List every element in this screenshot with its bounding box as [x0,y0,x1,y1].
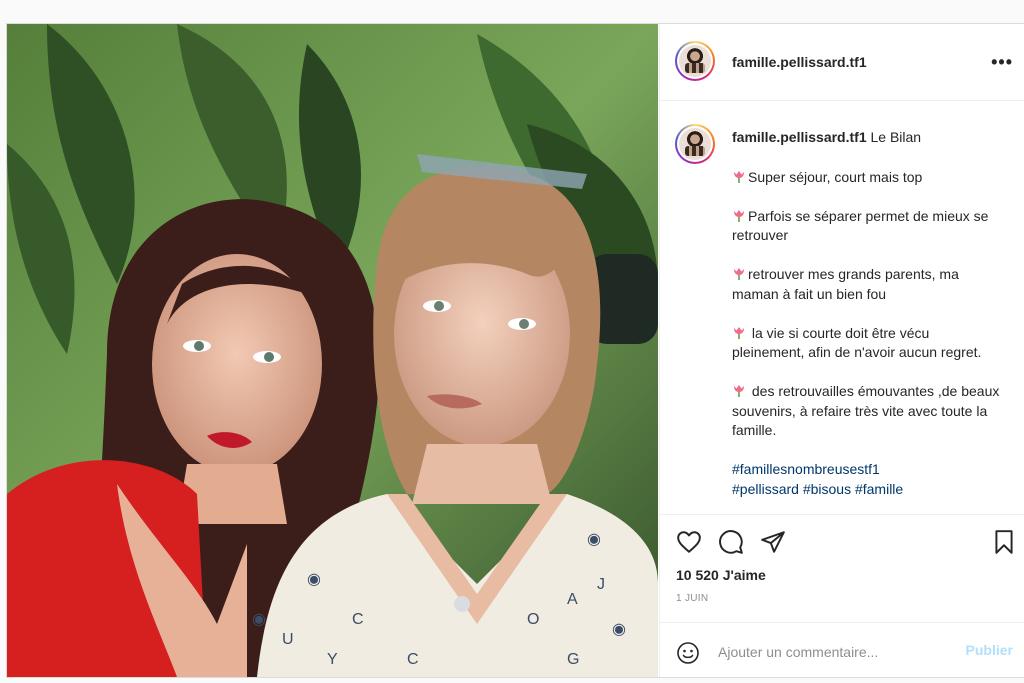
tulip-icon [734,326,744,339]
bookmark-icon[interactable] [991,529,1017,560]
svg-text:◉: ◉ [612,621,626,638]
instagram-post: ◉ C ◉ ◉ G O U Y J ◉ A C famille.pellissard.tf1 •… [6,23,1024,678]
photo-image: ◉ C ◉ ◉ G O U Y J ◉ A C [7,24,658,677]
caption-line: Super séjour, court mais top [732,168,1002,188]
svg-text:C: C [407,651,419,668]
more-options-icon[interactable]: ••• [991,52,1013,73]
likes-count[interactable]: 10 520 J'aime [676,567,766,583]
header-username[interactable]: famille.pellissard.tf1 [732,54,867,70]
caption-line: Parfois se séparer permet de mieux se re… [732,207,989,244]
tulip-icon [734,385,744,397]
hashtag-link[interactable]: #pellissard #bisous #famille [732,480,1002,500]
comments-area: famille.pellissard.tf1 Le Bilan Super sé… [660,101,1024,514]
comment-icon[interactable] [718,529,744,560]
svg-text:Y: Y [327,651,338,668]
svg-text:U: U [282,631,294,648]
comment-input[interactable] [716,639,950,665]
post-photo[interactable]: ◉ C ◉ ◉ G O U Y J ◉ A C [7,24,658,677]
publish-button[interactable]: Publier [966,642,1013,658]
caption-title: Le Bilan [870,129,922,145]
tulip-icon [734,170,744,183]
svg-text:◉: ◉ [307,571,321,588]
post-header: famille.pellissard.tf1 ••• [660,24,1024,101]
share-icon[interactable] [760,529,786,560]
tulip-icon [734,209,744,222]
svg-text:J: J [597,576,605,593]
caption-line: retrouver mes grands parents, ma maman à… [732,266,959,302]
svg-text:◉: ◉ [252,611,266,628]
svg-text:G: G [567,651,579,668]
svg-text:C: C [352,611,364,628]
tulip-icon [734,268,744,280]
svg-text:A: A [567,591,578,608]
post-caption: famille.pellissard.tf1 Le Bilan Super sé… [732,128,1002,514]
post-sidebar: famille.pellissard.tf1 ••• famille.pelli… [659,24,1024,677]
caption-avatar[interactable] [675,124,715,164]
profile-avatar[interactable] [675,41,715,81]
svg-text:◉: ◉ [587,531,601,548]
post-actions: 10 520 J'aime 1 JUIN Publier [660,514,1024,678]
caption-username[interactable]: famille.pellissard.tf1 [732,129,867,145]
post-date[interactable]: 1 JUIN [676,593,708,604]
caption-hashtags: #famillesnombreusestf1 #pellissard #biso… [732,460,1002,499]
add-comment-bar: Publier [660,622,1024,679]
caption-line: la vie si courte doit être vécu pleineme… [732,324,982,361]
heart-icon[interactable] [676,529,702,560]
hashtag-link[interactable]: #famillesnombreusestf1 [732,460,1002,480]
caption-line: des retrouvailles émouvantes ,de beaux s… [732,383,1000,438]
svg-text:O: O [527,611,539,628]
emoji-icon[interactable] [676,641,700,670]
